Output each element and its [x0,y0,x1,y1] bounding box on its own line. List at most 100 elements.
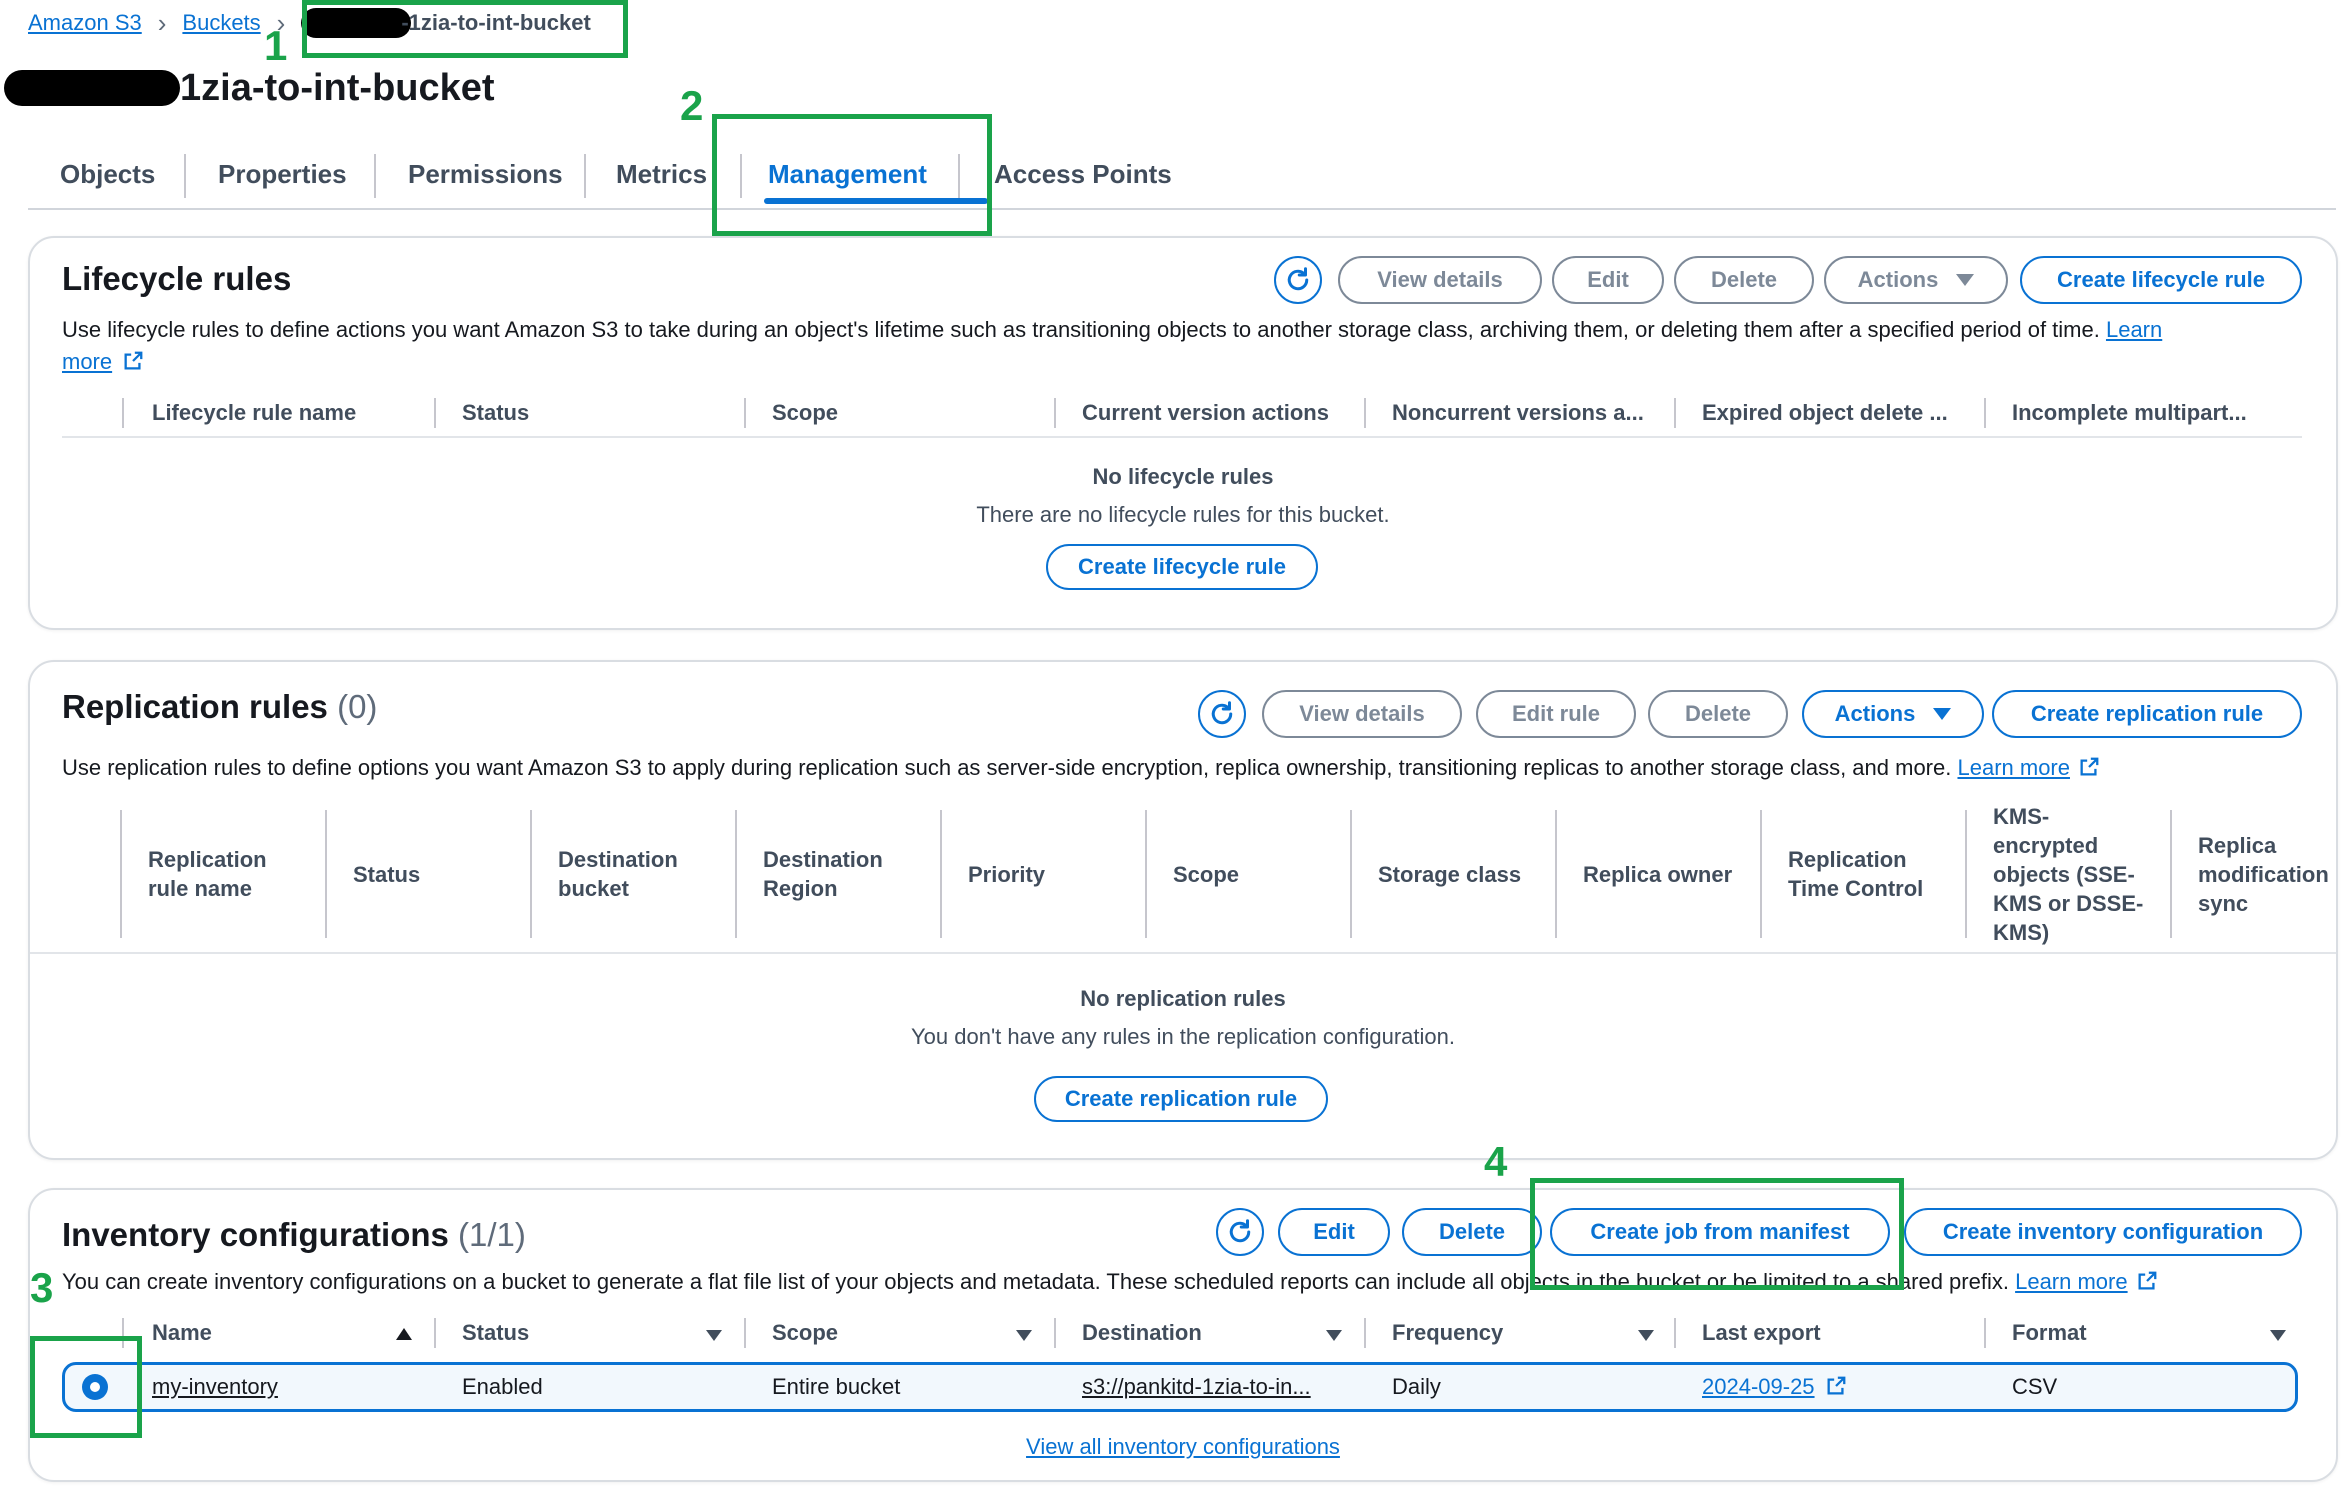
inventory-format: CSV [2012,1374,2058,1399]
column-header-line: Replica [2198,832,2277,858]
tab-metrics[interactable]: Metrics [616,146,707,202]
learn-more-link[interactable]: Learn more [1957,755,2070,780]
column-header[interactable]: Destination Region [763,845,933,903]
delete-button[interactable]: Delete [1648,690,1788,738]
column-header-last-export[interactable]: Last export [1702,1320,1821,1346]
empty-state-title: No lifecycle rules [1092,464,1274,489]
refresh-button[interactable] [1216,1208,1264,1256]
inventory-frequency: Daily [1392,1374,1441,1399]
replication-description: Use replication rules to define options … [62,752,2100,784]
sort-caret-icon[interactable] [1638,1330,1654,1341]
actions-dropdown[interactable]: Actions [1802,690,1984,738]
create-replication-rule-button[interactable]: Create replication rule [1992,690,2302,738]
sort-ascending-icon[interactable] [396,1328,412,1340]
actions-dropdown[interactable]: Actions [1824,256,2008,304]
bucket-name-title: 1zia-to-int-bucket [180,66,495,109]
refresh-icon [1211,701,1233,725]
column-header[interactable]: Scope [772,400,838,426]
edit-rule-button[interactable]: Edit rule [1476,690,1636,738]
inventory-count: (1/1) [458,1216,526,1253]
edit-button[interactable]: Edit [1552,256,1664,304]
column-header[interactable]: Replication rule name [148,845,318,903]
column-header[interactable]: Priority [968,860,1138,889]
column-divider [1364,398,1366,428]
last-export-link[interactable]: 2024-09-25 [1702,1374,1815,1399]
column-header-line: Priority [968,861,1046,887]
column-header-line: Time Control [1788,876,1924,901]
column-header-destination[interactable]: Destination [1082,1320,1202,1346]
column-divider [744,398,746,428]
inventory-name-link[interactable]: my-inventory [152,1374,278,1400]
column-divider [1984,1318,1986,1348]
column-header-scope[interactable]: Scope [772,1320,838,1346]
column-divider [434,398,436,428]
view-details-button[interactable]: View details [1338,256,1542,304]
create-lifecycle-rule-button[interactable]: Create lifecycle rule [1046,544,1318,590]
refresh-button[interactable] [1198,690,1246,738]
column-header[interactable]: Status [353,860,523,889]
delete-button[interactable]: Delete [1402,1208,1542,1256]
column-header-format[interactable]: Format [2012,1320,2087,1346]
sort-caret-icon[interactable] [1326,1330,1342,1341]
learn-more-link[interactable]: more [62,349,112,374]
refresh-icon [1287,267,1309,291]
view-details-button[interactable]: View details [1262,690,1462,738]
replication-rules-panel: Replication rules (0) View details Edit … [28,660,2338,1160]
external-link-icon [1827,1376,1846,1395]
column-header-line: KMS) [1993,919,2050,945]
external-link-icon [2138,1271,2157,1290]
column-divider [122,398,124,428]
annotation-box-1 [302,0,628,58]
column-header[interactable]: Incomplete multipart... [2012,400,2247,426]
redaction-mark [4,70,180,106]
column-header[interactable]: Replica owner [1583,860,1753,889]
tab-access-points[interactable]: Access Points [994,146,1172,202]
column-header[interactable]: Storage class [1378,860,1548,889]
column-header[interactable]: Status [462,400,529,426]
create-lifecycle-rule-button[interactable]: Create lifecycle rule [2020,256,2302,304]
column-header[interactable]: Replication Time Control [1788,845,1958,903]
learn-more-link[interactable]: Learn [2106,317,2162,342]
column-header[interactable]: Destination bucket [558,845,728,903]
view-all-wrap: View all inventory configurations [30,1434,2336,1460]
tab-objects[interactable]: Objects [60,146,155,202]
column-divider [1965,810,1967,938]
inventory-configurations-panel: Inventory configurations (1/1) Edit Dele… [28,1188,2338,1482]
column-header-name[interactable]: Name [152,1320,212,1346]
breadcrumb-buckets[interactable]: Buckets [182,10,260,36]
column-header[interactable]: Current version actions [1082,400,1329,426]
create-replication-rule-button[interactable]: Create replication rule [1034,1076,1328,1122]
sort-caret-icon[interactable] [2270,1330,2286,1341]
column-header[interactable]: Expired object delete ... [1702,400,1948,426]
column-divider [1555,810,1557,938]
column-divider [530,810,532,938]
column-header-status[interactable]: Status [462,1320,529,1346]
header-divider [62,436,2302,438]
column-header-frequency[interactable]: Frequency [1392,1320,1503,1346]
refresh-button[interactable] [1274,256,1322,304]
column-header-line: Replication [148,847,267,872]
sort-caret-icon[interactable] [1016,1330,1032,1341]
delete-button[interactable]: Delete [1674,256,1814,304]
tab-permissions[interactable]: Permissions [408,146,563,202]
column-header-line: Destination [558,847,678,872]
column-header[interactable]: Scope [1173,860,1343,889]
column-header[interactable]: Lifecycle rule name [152,400,356,426]
learn-more-link[interactable]: Learn more [2015,1269,2128,1294]
column-header-line: Scope [1173,861,1240,887]
column-header[interactable]: Noncurrent versions a... [1392,400,1644,426]
edit-button[interactable]: Edit [1278,1208,1390,1256]
inventory-destination-link[interactable]: s3://pankitd-1zia-to-in... [1082,1374,1311,1400]
inventory-title: Inventory configurations (1/1) [62,1216,526,1254]
lifecycle-rules-panel: Lifecycle rules View details Edit Delete… [28,236,2338,630]
empty-state-subtitle: You don't have any rules in the replicat… [911,1024,1455,1049]
tab-properties[interactable]: Properties [218,146,347,202]
column-header[interactable]: Replica modification sync [2198,831,2352,918]
breadcrumb-amazon-s3[interactable]: Amazon S3 [28,10,142,36]
sort-caret-icon[interactable] [706,1330,722,1341]
create-inventory-configuration-button[interactable]: Create inventory configuration [1904,1208,2302,1256]
view-all-inventory-link[interactable]: View all inventory configurations [1026,1434,1340,1459]
column-header[interactable]: KMS-encrypted objects (SSE- KMS or DSSE- KM… [1993,802,2163,947]
column-divider [120,810,122,938]
column-header-line: Storage class [1378,861,1522,887]
